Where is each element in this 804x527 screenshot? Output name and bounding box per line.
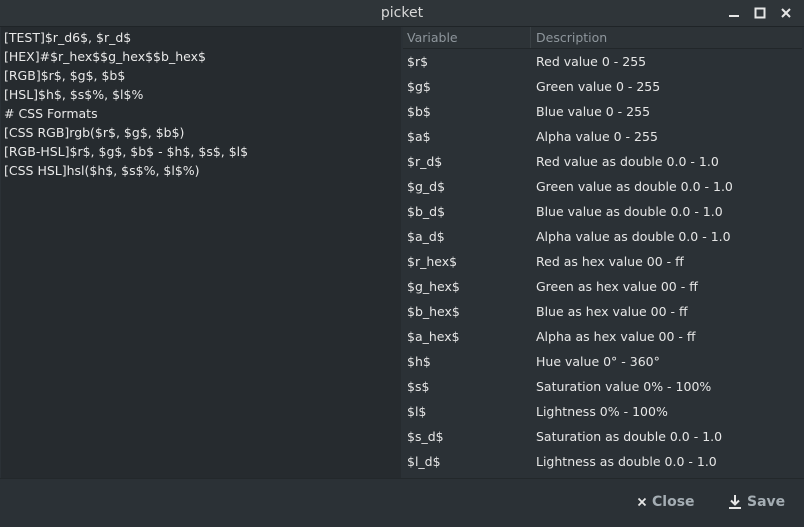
editor-line: [CSS HSL]hsl($h$, $s$%, $l$%): [4, 163, 200, 178]
minimize-icon: [729, 15, 739, 17]
close-button[interactable]: Close: [637, 494, 695, 510]
description-cell: Blue value 0 - 255: [536, 104, 651, 119]
editor-line: # CSS Formats: [4, 106, 98, 121]
description-cell: Green value 0 - 255: [536, 79, 661, 94]
variable-cell: $b_hex$: [407, 304, 460, 319]
variable-cell: $s_d$: [407, 429, 444, 444]
variable-cell: $h$: [407, 354, 431, 369]
table-row[interactable]: $b_hex$ Blue as hex value 00 - ff: [403, 299, 802, 324]
window-title: picket: [380, 5, 424, 21]
editor-line: [HSL]$h$, $s$%, $l$%: [4, 87, 144, 102]
table-row[interactable]: $b$ Blue value 0 - 255: [403, 99, 802, 124]
column-header-variable[interactable]: Variable: [403, 27, 531, 48]
table-row[interactable]: $g$ Green value 0 - 255: [403, 74, 802, 99]
variable-cell: $g_hex$: [407, 279, 460, 294]
description-cell: Blue value as double 0.0 - 1.0: [536, 204, 723, 219]
variable-cell: $l$: [407, 404, 427, 419]
description-cell: Alpha value 0 - 255: [536, 129, 658, 144]
description-cell: Red as hex value 00 - ff: [536, 254, 684, 269]
table-row[interactable]: $a_hex$ Alpha as hex value 00 - ff: [403, 324, 802, 349]
variable-cell: $a_d$: [407, 229, 445, 244]
table-row[interactable]: $a$ Alpha value 0 - 255: [403, 124, 802, 149]
editor-line: [HEX]#$r_hex$$g_hex$$b_hex$: [4, 49, 206, 64]
table-row[interactable]: $r_d$ Red value as double 0.0 - 1.0: [403, 149, 802, 174]
variables-table: Variable Description $r$ Red value 0 - 25…: [403, 27, 802, 478]
table-row[interactable]: $s_d$ Saturation as double 0.0 - 1.0: [403, 424, 802, 449]
editor-line: [TEST]$r_d6$, $r_d$: [4, 30, 132, 45]
table-row[interactable]: $l$ Lightness 0% - 100%: [403, 399, 802, 424]
description-cell: Alpha as hex value 00 - ff: [536, 329, 696, 344]
description-cell: Saturation as double 0.0 - 1.0: [536, 429, 723, 444]
maximize-icon: [754, 7, 766, 19]
description-cell: Lightness as double 0.0 - 1.0: [536, 454, 717, 469]
variable-cell: $a_hex$: [407, 329, 460, 344]
description-cell: Lightness 0% - 100%: [536, 404, 668, 419]
column-header-description[interactable]: Description: [531, 27, 802, 48]
window-close-button[interactable]: [776, 4, 796, 22]
table-row[interactable]: $a_d$ Alpha value as double 0.0 - 1.0: [403, 224, 802, 249]
table-body: $r$ Red value 0 - 255 $g$ Green value 0 - 2…: [403, 49, 802, 474]
editor-line: [RGB-HSL]$r$, $g$, $b$ - $h$, $s$, $l$: [4, 144, 249, 159]
table-row[interactable]: $r_hex$ Red as hex value 00 - ff: [403, 249, 802, 274]
variable-cell: $r_d$: [407, 154, 443, 169]
variable-cell: $a$: [407, 129, 431, 144]
table-row[interactable]: $l_d$ Lightness as double 0.0 - 1.0: [403, 449, 802, 474]
variable-cell: $b_d$: [407, 204, 446, 219]
variable-cell: $b$: [407, 104, 431, 119]
maximize-button[interactable]: [750, 4, 770, 22]
table-row[interactable]: $b_d$ Blue value as double 0.0 - 1.0: [403, 199, 802, 224]
close-icon: [781, 8, 791, 18]
window-controls: [724, 4, 796, 22]
format-editor[interactable]: [TEST]$r_d6$, $r_d$ [HEX]#$r_hex$$g_hex$$…: [1, 27, 401, 478]
title-bar: picket: [0, 0, 804, 27]
description-cell: Blue as hex value 00 - ff: [536, 304, 688, 319]
editor-line: [RGB]$r$, $g$, $b$: [4, 68, 126, 83]
variable-cell: $g_d$: [407, 179, 446, 194]
save-button-label: Save: [747, 494, 786, 510]
footer-bar: Close Save: [0, 478, 804, 527]
description-cell: Green value as double 0.0 - 1.0: [536, 179, 733, 194]
close-icon: [637, 497, 647, 507]
minimize-button[interactable]: [724, 4, 744, 22]
table-row[interactable]: $g_d$ Green value as double 0.0 - 1.0: [403, 174, 802, 199]
variable-cell: $g$: [407, 79, 431, 94]
download-icon: [729, 495, 741, 509]
table-row[interactable]: $g_hex$ Green as hex value 00 - ff: [403, 274, 802, 299]
description-cell: Red value as double 0.0 - 1.0: [536, 154, 719, 169]
table-row[interactable]: $s$ Saturation value 0% - 100%: [403, 374, 802, 399]
table-row[interactable]: $h$ Hue value 0° - 360°: [403, 349, 802, 374]
variable-cell: $r_hex$: [407, 254, 458, 269]
description-cell: Hue value 0° - 360°: [536, 354, 660, 369]
save-button[interactable]: Save: [728, 494, 785, 510]
variable-cell: $r$: [407, 54, 429, 69]
description-cell: Green as hex value 00 - ff: [536, 279, 698, 294]
description-cell: Red value 0 - 255: [536, 54, 647, 69]
close-button-label: Close: [652, 494, 695, 510]
variable-cell: $l_d$: [407, 454, 441, 469]
description-cell: Saturation value 0% - 100%: [536, 379, 712, 394]
table-header: Variable Description: [403, 27, 802, 49]
editor-line: [CSS RGB]rgb($r$, $g$, $b$): [4, 125, 185, 140]
description-cell: Alpha value as double 0.0 - 1.0: [536, 229, 731, 244]
variable-cell: $s$: [407, 379, 430, 394]
table-row[interactable]: $r$ Red value 0 - 255: [403, 49, 802, 74]
